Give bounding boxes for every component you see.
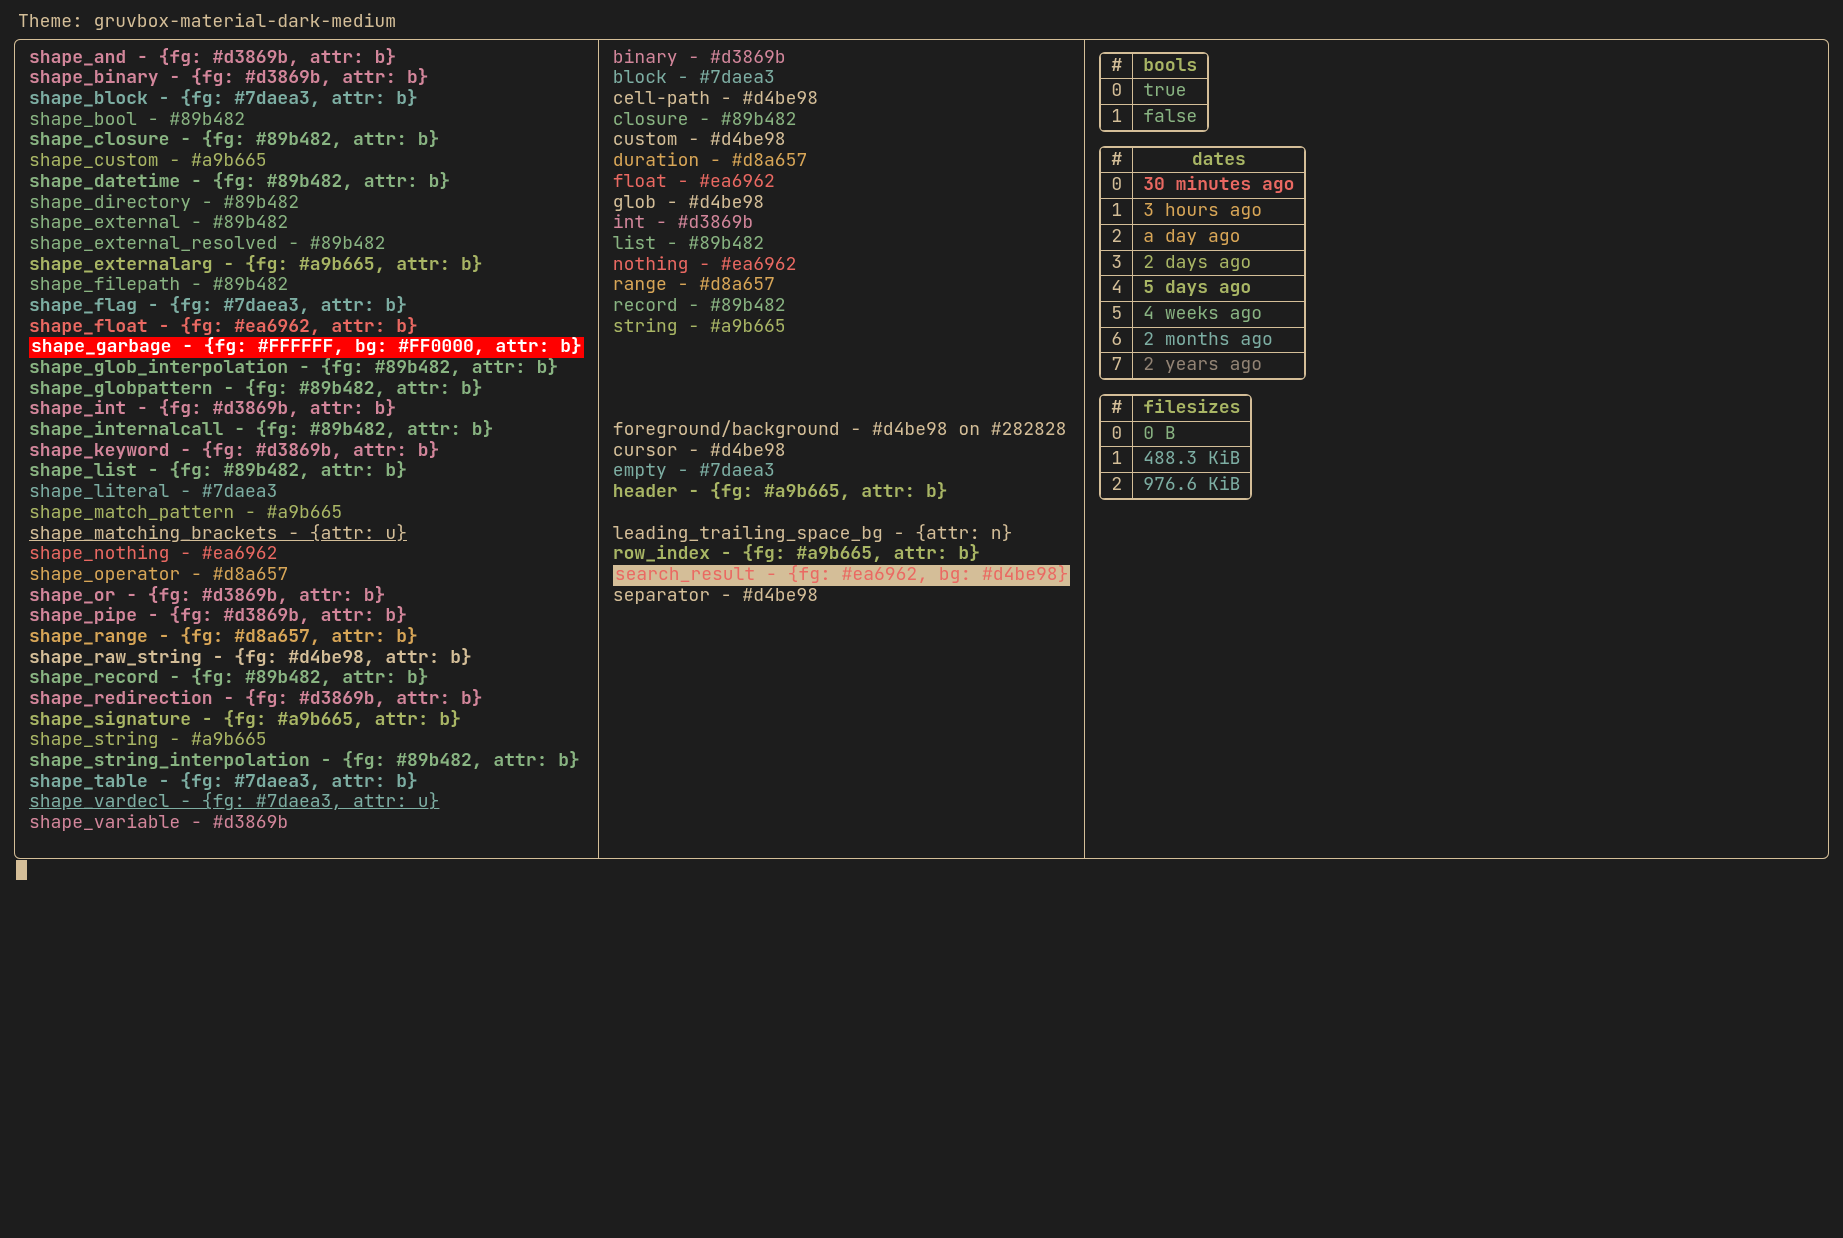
theme-entry: block - #7daea3 xyxy=(613,68,1071,89)
theme-entry: shape_signature - {fg: #a9b665, attr: b} xyxy=(29,710,584,731)
theme-entry: foreground/background - #d4be98 on #2828… xyxy=(613,420,1071,441)
table-row: 1false xyxy=(1101,105,1208,131)
theme-entry: shape_custom - #a9b665 xyxy=(29,151,584,172)
theme-entry: range - #d8a657 xyxy=(613,275,1071,296)
theme-entry: float - #ea6962 xyxy=(613,172,1071,193)
table-row: 54 weeks ago xyxy=(1101,301,1305,327)
table-row: 0 0 B xyxy=(1101,421,1251,447)
theme-entry: shape_nothing - #ea6962 xyxy=(29,544,584,565)
theme-entry: row_index - {fg: #a9b665, attr: b} xyxy=(613,544,1071,565)
theme-entry: separator - #d4be98 xyxy=(613,586,1071,607)
theme-entry: duration - #d8a657 xyxy=(613,151,1071,172)
theme-entry: glob - #d4be98 xyxy=(613,193,1071,214)
theme-entry: shape_datetime - {fg: #89b482, attr: b} xyxy=(29,172,584,193)
title-prefix: Theme: xyxy=(18,10,94,33)
theme-name: gruvbox-material-dark-medium xyxy=(94,10,396,33)
theme-entry: shape_matching_brackets - {attr: u} xyxy=(29,524,584,545)
table-row: 2976.6 KiB xyxy=(1101,473,1251,499)
shapes-column: shape_and - {fg: #d3869b, attr: b}shape_… xyxy=(15,40,599,858)
theme-entry: binary - #d3869b xyxy=(613,48,1071,69)
theme-entry: shape_filepath - #89b482 xyxy=(29,275,584,296)
theme-entry: custom - #d4be98 xyxy=(613,130,1071,151)
theme-entry: nothing - #ea6962 xyxy=(613,255,1071,276)
theme-entry: empty - #7daea3 xyxy=(613,461,1071,482)
theme-entry: shape_glob_interpolation - {fg: #89b482,… xyxy=(29,358,584,379)
theme-entry: cell-path - #d4be98 xyxy=(613,89,1071,110)
theme-entry: cursor - #d4be98 xyxy=(613,441,1071,462)
table-row: 13 hours ago xyxy=(1101,199,1305,225)
theme-entry: shape_range - {fg: #d8a657, attr: b} xyxy=(29,627,584,648)
table-row: 0true xyxy=(1101,79,1208,105)
theme-entry: shape_internalcall - {fg: #89b482, attr:… xyxy=(29,420,584,441)
theme-entry: search_result - {fg: #ea6962, bg: #d4be9… xyxy=(613,565,1071,586)
theme-entry: closure - #89b482 xyxy=(613,110,1071,131)
theme-entry: int - #d3869b xyxy=(613,213,1071,234)
theme-entry: leading_trailing_space_bg - {attr: n} xyxy=(613,524,1071,545)
theme-entry: shape_string - #a9b665 xyxy=(29,730,584,751)
theme-entry: shape_directory - #89b482 xyxy=(29,193,584,214)
terminal-screen: Theme: gruvbox-material-dark-medium shap… xyxy=(0,0,1843,896)
theme-entry: string - #a9b665 xyxy=(613,317,1071,338)
table-row: 72 years ago xyxy=(1101,353,1305,379)
theme-entry: shape_external - #89b482 xyxy=(29,213,584,234)
bools-table: #bools0true1false xyxy=(1099,52,1209,132)
filesizes-table: #filesizes0 0 B1488.3 KiB2976.6 KiB xyxy=(1099,394,1252,500)
types-column: binary - #d3869bblock - #7daea3cell-path… xyxy=(599,40,1086,858)
theme-entry: shape_string_interpolation - {fg: #89b48… xyxy=(29,751,584,772)
dates-table: #dates030 minutes ago13 hours ago2a day … xyxy=(1099,146,1306,380)
theme-entry: shape_vardecl - {fg: #7daea3, attr: u} xyxy=(29,792,584,813)
theme-entry: list - #89b482 xyxy=(613,234,1071,255)
theme-entry: shape_garbage - {fg: #FFFFFF, bg: #FF000… xyxy=(29,337,584,358)
theme-entry: shape_table - {fg: #7daea3, attr: b} xyxy=(29,772,584,793)
theme-entry: shape_or - {fg: #d3869b, attr: b} xyxy=(29,586,584,607)
table-row: 32 days ago xyxy=(1101,250,1305,276)
theme-entry: shape_list - {fg: #89b482, attr: b} xyxy=(29,461,584,482)
theme-entry: shape_redirection - {fg: #d3869b, attr: … xyxy=(29,689,584,710)
theme-entry: header - {fg: #a9b665, attr: b} xyxy=(613,482,1071,503)
table-row: 2a day ago xyxy=(1101,224,1305,250)
theme-title: Theme: gruvbox-material-dark-medium xyxy=(14,10,1829,39)
table-row: 45 days ago xyxy=(1101,276,1305,302)
theme-entry: shape_record - {fg: #89b482, attr: b} xyxy=(29,668,584,689)
theme-entry: shape_operator - #d8a657 xyxy=(29,565,584,586)
theme-entry: record - #89b482 xyxy=(613,296,1071,317)
theme-entry: shape_globpattern - {fg: #89b482, attr: … xyxy=(29,379,584,400)
theme-panel: shape_and - {fg: #d3869b, attr: b}shape_… xyxy=(14,39,1829,859)
table-row: 62 months ago xyxy=(1101,327,1305,353)
theme-entry: shape_externalarg - {fg: #a9b665, attr: … xyxy=(29,255,584,276)
examples-column: #bools0true1false #dates030 minutes ago1… xyxy=(1085,40,1828,858)
theme-entry: shape_pipe - {fg: #d3869b, attr: b} xyxy=(29,606,584,627)
theme-entry: shape_bool - #89b482 xyxy=(29,110,584,131)
theme-entry: shape_flag - {fg: #7daea3, attr: b} xyxy=(29,296,584,317)
theme-entry: shape_match_pattern - #a9b665 xyxy=(29,503,584,524)
theme-entry: shape_and - {fg: #d3869b, attr: b} xyxy=(29,48,584,69)
theme-entry: shape_literal - #7daea3 xyxy=(29,482,584,503)
table-row: 1488.3 KiB xyxy=(1101,447,1251,473)
theme-entry: shape_keyword - {fg: #d3869b, attr: b} xyxy=(29,441,584,462)
theme-entry: shape_variable - #d3869b xyxy=(29,813,584,834)
theme-entry: shape_raw_string - {fg: #d4be98, attr: b… xyxy=(29,648,584,669)
theme-entry: shape_external_resolved - #89b482 xyxy=(29,234,584,255)
table-row: 030 minutes ago xyxy=(1101,173,1305,199)
theme-entry: shape_binary - {fg: #d3869b, attr: b} xyxy=(29,68,584,89)
theme-entry: shape_float - {fg: #ea6962, attr: b} xyxy=(29,317,584,338)
cursor xyxy=(16,860,27,880)
theme-entry: shape_closure - {fg: #89b482, attr: b} xyxy=(29,130,584,151)
theme-entry: shape_block - {fg: #7daea3, attr: b} xyxy=(29,89,584,110)
theme-entry: shape_int - {fg: #d3869b, attr: b} xyxy=(29,399,584,420)
